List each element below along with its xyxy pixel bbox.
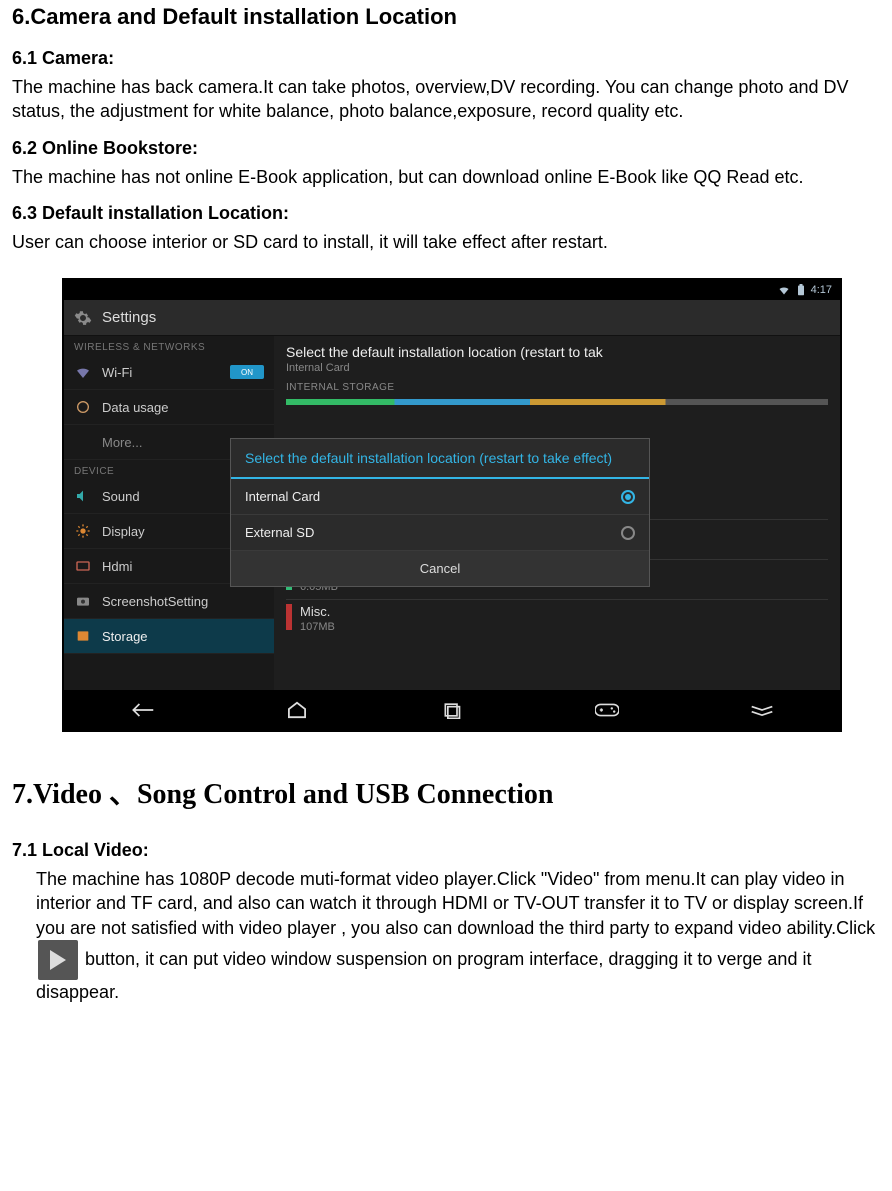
blank-icon xyxy=(74,433,92,451)
wifi-icon xyxy=(777,284,791,296)
storage-row-value: 107MB xyxy=(300,621,335,633)
settings-title: Settings xyxy=(102,309,156,326)
storage-row-misc[interactable]: Misc. 107MB xyxy=(286,599,828,637)
sound-icon xyxy=(74,487,92,505)
nav-home-button[interactable] xyxy=(277,698,317,722)
dialog-cancel-button[interactable]: Cancel xyxy=(231,551,649,586)
section-7-1-text-part2: button, it can put video window suspensi… xyxy=(36,949,811,1002)
android-settings-screenshot: 4:17 Settings WIRELESS & NETWORKS Wi-Fi … xyxy=(62,278,842,732)
radio-unselected-icon xyxy=(621,526,635,540)
sidebar-item-screenshot[interactable]: ScreenshotSetting xyxy=(64,584,274,619)
section-6-title: 6.Camera and Default installation Locati… xyxy=(12,4,880,30)
settings-icon xyxy=(74,309,92,327)
sidebar-section-wireless: WIRELESS & NETWORKS xyxy=(64,336,274,355)
section-6-2-heading: 6.2 Online Bookstore: xyxy=(12,138,880,159)
sidebar-item-data-usage[interactable]: Data usage xyxy=(64,390,274,425)
detail-title: Select the default installation location… xyxy=(286,344,828,360)
section-7-title: 7.Video 、Song Control and USB Connection xyxy=(12,772,880,812)
section-7-1-text-part1: The machine has 1080P decode muti-format… xyxy=(36,869,875,938)
dialog-option-label: External SD xyxy=(245,525,314,540)
sidebar-item-wifi[interactable]: Wi-Fi ON xyxy=(64,355,274,390)
nav-bar xyxy=(64,690,840,730)
storage-usage-bar xyxy=(286,399,828,405)
detail-subtitle: Internal Card xyxy=(286,362,828,374)
sidebar-item-label: More... xyxy=(102,435,142,450)
nav-menu-button[interactable] xyxy=(742,698,782,722)
nav-game-button[interactable] xyxy=(587,698,627,722)
storage-row-label: Misc. xyxy=(300,604,335,619)
section-6-3-body: User can choose interior or SD card to i… xyxy=(12,230,880,254)
nav-recents-button[interactable] xyxy=(432,698,472,722)
data-usage-icon xyxy=(74,398,92,416)
dialog-option-external[interactable]: External SD xyxy=(231,515,649,551)
section-6-1-heading: 6.1 Camera: xyxy=(12,48,880,69)
detail-section-internal: INTERNAL STORAGE xyxy=(286,382,828,393)
storage-icon xyxy=(74,627,92,645)
sidebar-item-label: Storage xyxy=(102,629,148,644)
section-7-1-body: The machine has 1080P decode muti-format… xyxy=(12,867,880,1004)
install-location-dialog: Select the default installation location… xyxy=(230,438,650,587)
section-6-2-body: The machine has not online E-Book applic… xyxy=(12,165,880,189)
wifi-icon xyxy=(74,363,92,381)
battery-icon xyxy=(797,284,805,296)
dialog-option-internal[interactable]: Internal Card xyxy=(231,479,649,515)
status-bar: 4:17 xyxy=(64,280,840,300)
display-icon xyxy=(74,522,92,540)
status-time: 4:17 xyxy=(811,284,832,296)
section-7-1-heading: 7.1 Local Video: xyxy=(12,840,880,861)
nav-back-button[interactable] xyxy=(122,698,162,722)
section-6-1-body: The machine has back camera.It can take … xyxy=(12,75,880,124)
sidebar-item-label: Display xyxy=(102,524,145,539)
sidebar-item-storage[interactable]: Storage xyxy=(64,619,274,654)
sidebar-item-label: Data usage xyxy=(102,400,169,415)
radio-selected-icon xyxy=(621,490,635,504)
sidebar-item-label: ScreenshotSetting xyxy=(102,594,208,609)
sidebar-item-label: Hdmi xyxy=(102,559,132,574)
section-6-3-heading: 6.3 Default installation Location: xyxy=(12,203,880,224)
hdmi-icon xyxy=(74,557,92,575)
sidebar-item-label: Sound xyxy=(102,489,140,504)
camera-icon xyxy=(74,592,92,610)
sidebar-item-label: Wi-Fi xyxy=(102,365,132,380)
misc-color-swatch xyxy=(286,604,292,630)
video-play-icon xyxy=(38,940,78,980)
settings-header: Settings xyxy=(64,300,840,336)
dialog-title: Select the default installation location… xyxy=(231,439,649,479)
dialog-option-label: Internal Card xyxy=(245,489,320,504)
wifi-toggle-on[interactable]: ON xyxy=(230,365,264,379)
